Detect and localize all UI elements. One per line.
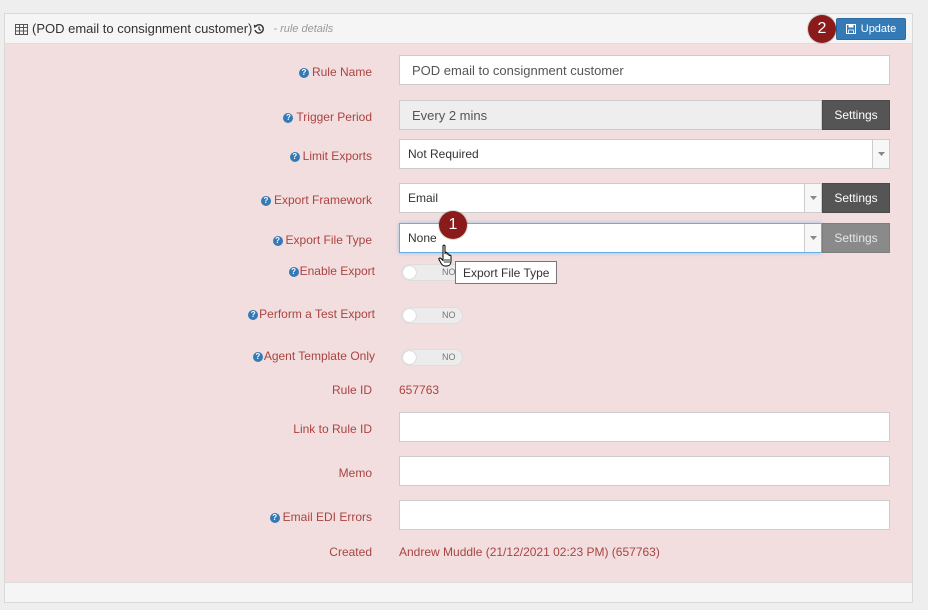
perform-test-export-toggle[interactable]: NO [401,307,463,324]
agent-template-only-toggle[interactable]: NO [401,349,463,366]
export-file-type-value: None [408,231,437,245]
save-icon [845,24,856,34]
trigger-period-label: ? Trigger Period [283,110,372,124]
export-framework-value: Email [408,191,439,205]
help-icon[interactable]: ? [269,513,280,523]
help-icon[interactable]: ? [289,152,300,162]
help-icon[interactable]: ? [288,267,299,277]
trigger-period-input: Every 2 mins [399,100,822,130]
trigger-period-settings-button[interactable]: Settings [822,100,890,130]
caret-down-icon[interactable] [804,184,821,212]
history-icon[interactable] [253,23,265,35]
help-icon[interactable]: ? [252,352,263,362]
rule-subtitle: - rule details [273,22,334,35]
rule-id-label: Rule ID [331,383,372,397]
caret-down-icon[interactable] [804,224,821,252]
toggle-knob [403,266,416,279]
export-framework-select[interactable]: Email [399,183,822,213]
limit-exports-select[interactable]: Not Required [399,139,890,169]
export-framework-label: ? Export Framework [260,193,372,207]
email-edi-errors-label: ? Email EDI Errors [269,510,372,524]
memo-label: Memo [338,466,372,480]
help-icon[interactable]: ? [283,113,294,123]
toggle-state: NO [442,310,456,320]
toggle-knob [403,309,416,322]
link-to-rule-id-input[interactable] [399,412,890,442]
created-value: Andrew Muddle (21/12/2021 02:23 PM) (657… [399,545,660,559]
update-button-label: Update [860,23,897,35]
export-framework-settings-button[interactable]: Settings [822,183,890,213]
help-icon[interactable]: ? [248,310,259,320]
export-file-type-label: ? Export File Type [272,233,372,247]
rule-name-input[interactable]: POD email to consignment customer [399,55,890,85]
limit-exports-value: Not Required [408,147,479,161]
panel-header: (POD email to consignment customer) - ru… [5,14,912,44]
caret-down-icon[interactable] [872,140,889,168]
export-file-type-tooltip: Export File Type [455,261,558,284]
step-badge-1: 1 [439,211,467,239]
export-file-type-settings-button[interactable]: Settings [822,223,890,253]
perform-test-export-label: ? Perform a Test Export [248,307,375,321]
panel-title: (POD email to consignment customer) - ru… [15,21,333,36]
enable-export-label: ? Enable Export [288,264,375,278]
hand-pointer-icon [438,244,456,273]
rule-title-text: (POD email to consignment customer) [32,21,253,36]
rule-name-label: ? Rule Name [298,65,372,79]
rule-id-value: 657763 [399,383,440,397]
memo-input[interactable] [399,456,890,486]
help-icon[interactable]: ? [272,236,283,246]
link-to-rule-id-label: Link to Rule ID [293,422,372,436]
agent-template-only-label: ? Agent Template Only [252,349,375,363]
email-edi-errors-input[interactable] [399,500,890,530]
step-badge-2: 2 [808,15,836,43]
toggle-state: NO [442,352,456,362]
created-label: Created [329,545,372,559]
help-icon[interactable]: ? [298,68,309,78]
table-icon [15,23,28,35]
help-icon[interactable]: ? [260,196,271,206]
toggle-knob [403,351,416,364]
limit-exports-label: ? Limit Exports [289,149,372,163]
panel-footer [5,582,912,602]
update-button[interactable]: Update [836,18,906,40]
